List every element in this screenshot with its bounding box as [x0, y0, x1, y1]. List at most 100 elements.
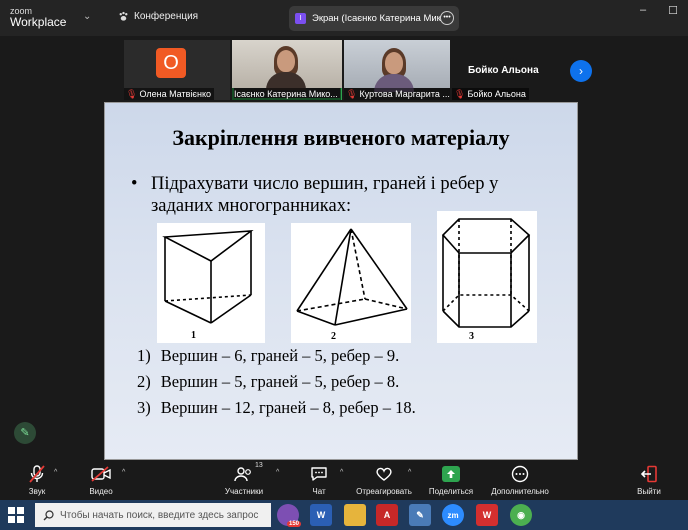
answer-text: Вершин – 5, граней – 5, ребер – 8. [160, 372, 400, 391]
more-icon [511, 465, 529, 483]
chat-icon [311, 467, 327, 481]
screen-tab-title: Экран (Ісаєнко Катерина Микол [312, 13, 452, 24]
react-label: Отреагировать [356, 487, 412, 496]
acrobat-icon[interactable]: A [376, 504, 398, 526]
share-label: Поделиться [428, 487, 474, 496]
chevron-up-icon[interactable]: ^ [408, 469, 411, 476]
wps-icon[interactable]: W [476, 504, 498, 526]
featured-participant-name: Бойко Альона [468, 65, 539, 76]
participant-tile[interactable]: О 🎙︎ Олена Матвієнко [124, 40, 230, 100]
participants-label: Участники [224, 487, 264, 496]
prism-figure: 1 [157, 223, 265, 343]
participant-name: Куртова Маргарита ... [359, 89, 450, 99]
window-controls: – ☐ [628, 0, 688, 20]
more-options-icon[interactable]: ••• [440, 11, 454, 25]
meeting-info-button[interactable]: Конференция [118, 11, 198, 22]
participant-strip: О 🎙︎ Олена Матвієнко Ісаєнко Катерина Ми… [0, 36, 688, 102]
chevron-up-icon[interactable]: ^ [54, 469, 57, 476]
figure-label: 1 [191, 330, 196, 341]
person-head [277, 50, 295, 72]
participant-name: Бойко Альона [467, 89, 526, 99]
more-button[interactable]: Дополнительно [488, 464, 552, 496]
slide-title: Закріплення вивченого матеріалу [172, 125, 510, 150]
share-screen-button[interactable]: Поделиться [428, 464, 474, 496]
participant-tile-active-speaker[interactable]: Ісаєнко Катерина Мико... [232, 40, 342, 100]
answer-text: Вершин – 6, граней – 5, ребер – 9. [160, 346, 400, 365]
answer-number: 1) [137, 346, 151, 365]
pyramid-figure: 2 [291, 223, 411, 343]
answer-item: 3) Вершин – 12, граней – 8, ребер – 18. [137, 395, 416, 421]
participant-tile[interactable]: 🎙︎ Куртова Маргарита ... [344, 40, 450, 100]
chrome-icon[interactable]: ◉ [510, 504, 532, 526]
taskbar-search-input[interactable]: Чтобы начать поиск, введите здесь запрос [35, 503, 271, 527]
chevron-up-icon[interactable]: ^ [122, 469, 125, 476]
viber-icon[interactable]: 150 [277, 504, 301, 527]
participant-name: Ісаєнко Катерина Мико... [234, 89, 338, 99]
figure-label: 3 [469, 331, 474, 342]
audio-label: Звук [28, 487, 46, 496]
chat-label: Чат [312, 487, 326, 496]
chevron-right-icon[interactable]: › [570, 60, 592, 82]
leave-button[interactable]: Выйти [634, 464, 664, 496]
mic-muted-icon [29, 465, 45, 483]
paw-icon [119, 11, 128, 21]
video-feed [232, 40, 342, 90]
video-label: Видео [89, 487, 113, 496]
windows-start-icon[interactable] [8, 507, 24, 523]
word-icon[interactable]: W [310, 504, 332, 526]
participant-name-label: 🎙︎ Олена Матвієнко [124, 88, 214, 100]
answers-list: 1) Вершин – 6, граней – 5, ребер – 9. 2) В… [137, 343, 416, 421]
answer-number: 2) [137, 372, 151, 391]
mic-muted-icon: 🎙︎ [454, 89, 466, 99]
paint-icon[interactable]: ✎ [409, 504, 431, 526]
viber-badge: 150 [286, 521, 301, 527]
person-head [385, 52, 403, 74]
more-label: Дополнительно [491, 487, 549, 496]
search-placeholder: Чтобы начать поиск, введите здесь запрос [60, 509, 259, 521]
title-bar: zoom Workplace ⌄ Конференция I Экран (Іс… [0, 0, 688, 36]
chevron-down-icon[interactable]: ⌄ [83, 11, 91, 22]
participants-count: 13 [255, 462, 263, 469]
meeting-label: Конференция [134, 11, 199, 22]
maximize-icon[interactable]: ☐ [658, 0, 688, 20]
leave-door-icon [640, 465, 657, 483]
chevron-up-icon[interactable]: ^ [276, 469, 279, 476]
triangular-prism-drawing: 1 [162, 230, 254, 341]
search-icon [43, 509, 54, 520]
chevron-up-icon[interactable]: ^ [340, 469, 343, 476]
answer-number: 3) [137, 398, 151, 417]
share-avatar-icon: I [295, 13, 306, 24]
avatar: О [156, 48, 186, 78]
figure-label: 2 [331, 331, 336, 342]
bullet-marker: • [131, 174, 138, 194]
audio-button[interactable]: Звук [24, 464, 50, 496]
answer-item: 1) Вершин – 6, граней – 5, ребер – 9. [137, 343, 416, 369]
hexagonal-prism-drawing: 3 [441, 218, 531, 342]
annotate-pen-icon[interactable]: ✎ [14, 422, 36, 444]
shared-screen-area: Закріплення вивченого матеріалу • Підрах… [0, 102, 688, 460]
share-arrow-icon [442, 466, 460, 482]
file-explorer-icon[interactable] [344, 504, 366, 526]
participants-icon [234, 467, 251, 482]
minimize-icon[interactable]: – [628, 0, 658, 20]
leave-label: Выйти [637, 487, 661, 496]
participant-name-label: 🎙︎ Куртова Маргарита ... [344, 88, 450, 100]
react-button[interactable]: Отреагировать [354, 464, 414, 496]
pyramid-drawing: 2 [296, 228, 408, 342]
mic-muted-icon: 🎙︎ [346, 89, 358, 99]
video-feed [344, 40, 450, 92]
participant-name: Олена Матвієнко [139, 89, 211, 99]
mic-muted-icon: 🎙︎ [126, 89, 138, 99]
screen-share-tab[interactable]: I Экран (Ісаєнко Катерина Микол ••• [289, 6, 459, 31]
zoom-app-icon[interactable]: zm [442, 504, 464, 526]
windows-taskbar: Чтобы начать поиск, введите здесь запрос… [0, 500, 688, 530]
participant-name-label: Ісаєнко Катерина Мико... [232, 88, 341, 100]
presentation-slide: Закріплення вивченого матеріалу • Підрах… [104, 102, 578, 460]
video-button[interactable]: Видео [86, 464, 116, 496]
heart-icon [376, 467, 392, 481]
video-off-icon [91, 466, 111, 482]
participant-name-label: 🎙︎ Бойко Альона [452, 88, 529, 100]
hex-prism-figure: 3 [437, 211, 537, 343]
answer-text: Вершин – 12, граней – 8, ребер – 18. [160, 398, 416, 417]
chat-button[interactable]: Чат [306, 464, 332, 496]
